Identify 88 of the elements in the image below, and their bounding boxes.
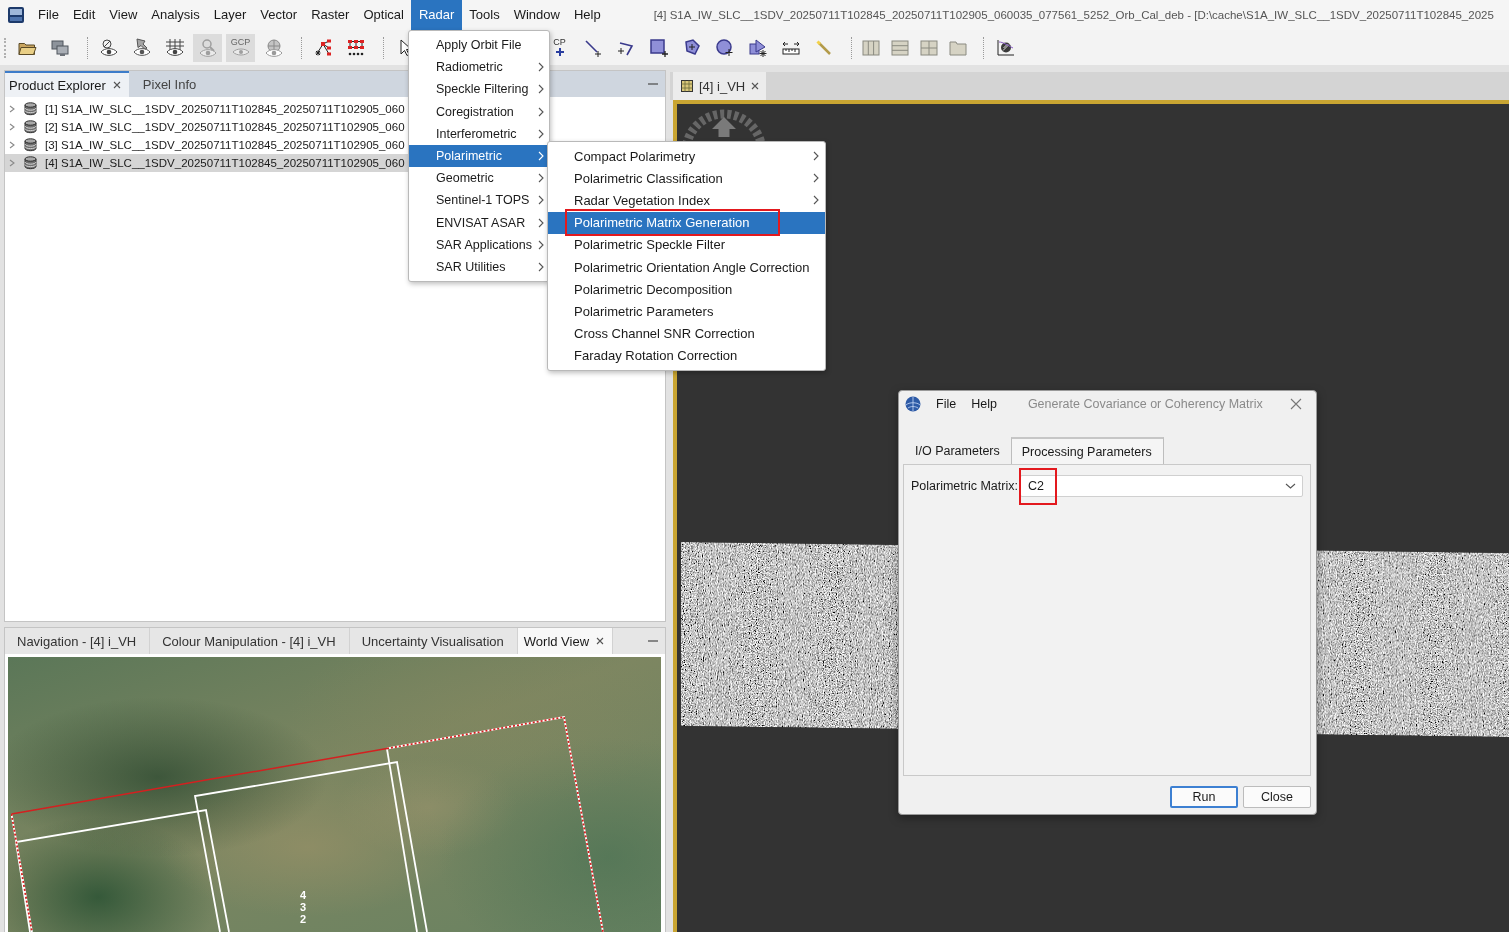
menu-item[interactable]: Speckle Filtering bbox=[409, 78, 549, 101]
menu-bar-item[interactable]: Help bbox=[566, 0, 608, 30]
menu-item[interactable]: Interferometric bbox=[409, 122, 549, 145]
menu-item[interactable]: Faraday Rotation Correction bbox=[548, 344, 825, 367]
menu-item[interactable]: Cross Channel SNR Correction bbox=[548, 322, 825, 345]
panel-tab[interactable]: Uncertainty Visualisation bbox=[349, 628, 518, 654]
menu-item[interactable]: Apply Orbit File bbox=[409, 34, 549, 57]
tree-item[interactable]: [4] S1A_IW_SLC__1SDV_20250711T102845_20250711T102905_060 bbox=[5, 154, 408, 172]
menu-item[interactable]: Polarimetric Matrix Generation bbox=[548, 211, 825, 234]
menu-item[interactable]: Polarimetric Speckle Filter bbox=[548, 233, 825, 256]
dialog-tab[interactable]: Processing Parameters bbox=[1010, 437, 1164, 464]
chevron-down-icon[interactable] bbox=[1285, 483, 1296, 489]
menu-item[interactable]: SAR Applications bbox=[409, 233, 549, 256]
menu-item[interactable]: Coregistration bbox=[409, 100, 549, 123]
footprint-label: 2 bbox=[300, 913, 307, 925]
node-grid-icon bbox=[345, 37, 366, 58]
app-logo-icon[interactable] bbox=[8, 7, 24, 23]
database-icon bbox=[24, 138, 37, 152]
menu-bar-item[interactable]: Window bbox=[506, 0, 567, 30]
database-icon bbox=[24, 120, 37, 134]
tree-item[interactable]: [1] S1A_IW_SLC__1SDV_20250711T102845_20250711T102905_060 bbox=[5, 100, 408, 118]
dialog-tab[interactable]: I/O Parameters bbox=[905, 437, 1011, 464]
menu-bar-item[interactable]: Analysis bbox=[144, 0, 207, 30]
footprint-label: 4 bbox=[300, 889, 307, 901]
menu-bar-item[interactable]: File bbox=[31, 0, 66, 30]
menu-bar-item[interactable]: Layer bbox=[206, 0, 254, 30]
close-icon[interactable] bbox=[1290, 397, 1302, 410]
menu-item[interactable]: Polarimetric bbox=[409, 144, 549, 168]
image-band-icon bbox=[681, 80, 693, 92]
menu-item[interactable]: Geometric bbox=[409, 167, 549, 190]
menu-bar-item[interactable]: View bbox=[102, 0, 145, 30]
close-icon[interactable] bbox=[751, 82, 760, 90]
menu-item[interactable]: Polarimetric Orientation Angle Correction bbox=[548, 255, 825, 279]
field-label: Polarimetric Matrix: bbox=[911, 479, 1018, 493]
panel-tab[interactable]: Product Explorer bbox=[5, 71, 129, 97]
menu-item[interactable]: Polarimetric Parameters bbox=[548, 300, 825, 323]
globe-icon bbox=[905, 395, 921, 412]
menu-item[interactable]: Compact Polarimetry bbox=[548, 145, 825, 168]
window-title: [4] S1A_IW_SLC__1SDV_20250711T102845_20250711T102905_060035_077561_5252_Orb_Cal_deb - [D:\cache\S1A_IW_SLC__1SDV_20250711T102845_2025 bbox=[653, 9, 1494, 21]
dialog-title: Generate Covariance or Coherency Matrix bbox=[1027, 396, 1263, 411]
rows-icon bbox=[889, 37, 910, 58]
tree-item[interactable]: [2] S1A_IW_SLC__1SDV_20250711T102845_20250711T102905_060 bbox=[5, 118, 408, 136]
tree-item[interactable]: [3] S1A_IW_SLC__1SDV_20250711T102845_20250711T102905_060 bbox=[5, 136, 408, 154]
chevron-right-icon[interactable] bbox=[8, 141, 16, 149]
document-tab[interactable]: [4] i_VH bbox=[673, 72, 767, 100]
chart-icon bbox=[994, 37, 1015, 58]
panel-tab[interactable]: Navigation - [4] i_VH bbox=[5, 628, 151, 654]
menu-bar-item[interactable]: Raster bbox=[304, 0, 357, 30]
magnifier-eye-icon bbox=[197, 37, 218, 58]
rectangle-plus-icon bbox=[648, 37, 669, 58]
eye-pointer-icon bbox=[131, 37, 152, 58]
close-icon[interactable] bbox=[112, 81, 121, 89]
database-icon bbox=[24, 102, 37, 116]
line-plus-icon bbox=[582, 37, 603, 58]
columns-icon bbox=[860, 37, 881, 58]
panel-tab[interactable]: Colour Manipulation - [4] i_VH bbox=[150, 628, 350, 654]
globe-eye-icon bbox=[263, 37, 284, 58]
menu-bar-item[interactable]: File bbox=[936, 396, 957, 411]
menu-bar-item[interactable]: Radar bbox=[410, 0, 463, 30]
grid-eye-icon bbox=[164, 37, 185, 58]
panel-tab[interactable]: World View bbox=[517, 628, 614, 654]
menu-item[interactable]: Polarimetric Decomposition bbox=[548, 278, 825, 301]
menu-item[interactable]: Radar Vegetation Index bbox=[548, 189, 825, 212]
grid-icon bbox=[918, 37, 939, 58]
menu-bar-item[interactable]: Tools bbox=[462, 0, 507, 30]
dialog-button[interactable]: Close bbox=[1243, 786, 1311, 808]
menu-bar-item[interactable]: Vector bbox=[253, 0, 305, 30]
menu-bar-item[interactable]: Edit bbox=[65, 0, 103, 30]
dialog-button[interactable]: Run bbox=[1170, 786, 1238, 808]
eye-icon bbox=[230, 47, 251, 57]
monitors-icon bbox=[49, 37, 70, 58]
menu-item[interactable]: Polarimetric Classification bbox=[548, 167, 825, 190]
database-icon bbox=[24, 156, 37, 170]
footprint-label: 3 bbox=[300, 901, 307, 913]
shapes-icon bbox=[747, 37, 768, 58]
panel-tab[interactable]: Pixel Info bbox=[128, 71, 211, 97]
chevron-right-icon[interactable] bbox=[8, 123, 16, 131]
menu-item[interactable]: ENVISAT ASAR bbox=[409, 211, 549, 234]
menu-item[interactable]: Sentinel-1 TOPS bbox=[409, 189, 549, 212]
close-icon[interactable] bbox=[596, 637, 605, 645]
menu-bar-item[interactable]: Optical bbox=[356, 0, 411, 30]
plus-icon bbox=[553, 47, 566, 57]
menu-bar-item[interactable]: Help bbox=[971, 396, 997, 411]
eye-slash-icon bbox=[98, 37, 119, 58]
chevron-right-icon[interactable] bbox=[8, 105, 16, 113]
menu-item[interactable]: Radiometric bbox=[409, 56, 549, 79]
menu-item[interactable]: SAR Utilities bbox=[409, 255, 549, 279]
circle-plus-icon bbox=[714, 37, 735, 58]
